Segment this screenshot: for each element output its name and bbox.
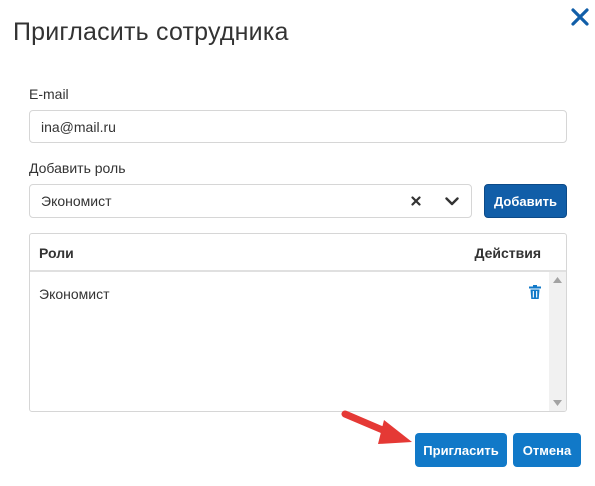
chevron-down-icon[interactable] xyxy=(438,185,466,217)
role-name: Экономист xyxy=(39,286,110,302)
scroll-down-icon[interactable] xyxy=(553,400,562,406)
role-select-value: Экономист xyxy=(41,193,112,209)
table-header: Роли Действия xyxy=(30,234,566,272)
invite-button[interactable]: Пригласить xyxy=(415,433,507,467)
email-label: E-mail xyxy=(29,86,69,102)
add-role-label: Добавить роль xyxy=(29,160,126,176)
table-scrollbar[interactable] xyxy=(549,272,566,411)
column-header-actions: Действия xyxy=(474,245,541,261)
email-field[interactable]: ina@mail.ru xyxy=(29,110,567,143)
add-role-button[interactable]: Добавить xyxy=(484,184,567,218)
roles-table: Роли Действия Экономист xyxy=(29,233,567,412)
clear-icon[interactable] xyxy=(404,185,428,217)
column-header-roles: Роли xyxy=(39,245,74,261)
dialog-title: Пригласить сотрудника xyxy=(13,18,289,46)
scroll-up-icon[interactable] xyxy=(553,277,562,283)
close-icon[interactable] xyxy=(569,6,591,28)
trash-icon[interactable] xyxy=(529,285,541,299)
annotation-arrow-icon xyxy=(341,410,412,444)
email-value: ina@mail.ru xyxy=(41,118,116,135)
cancel-button[interactable]: Отмена xyxy=(513,433,581,467)
role-select[interactable]: Экономист xyxy=(29,184,472,218)
